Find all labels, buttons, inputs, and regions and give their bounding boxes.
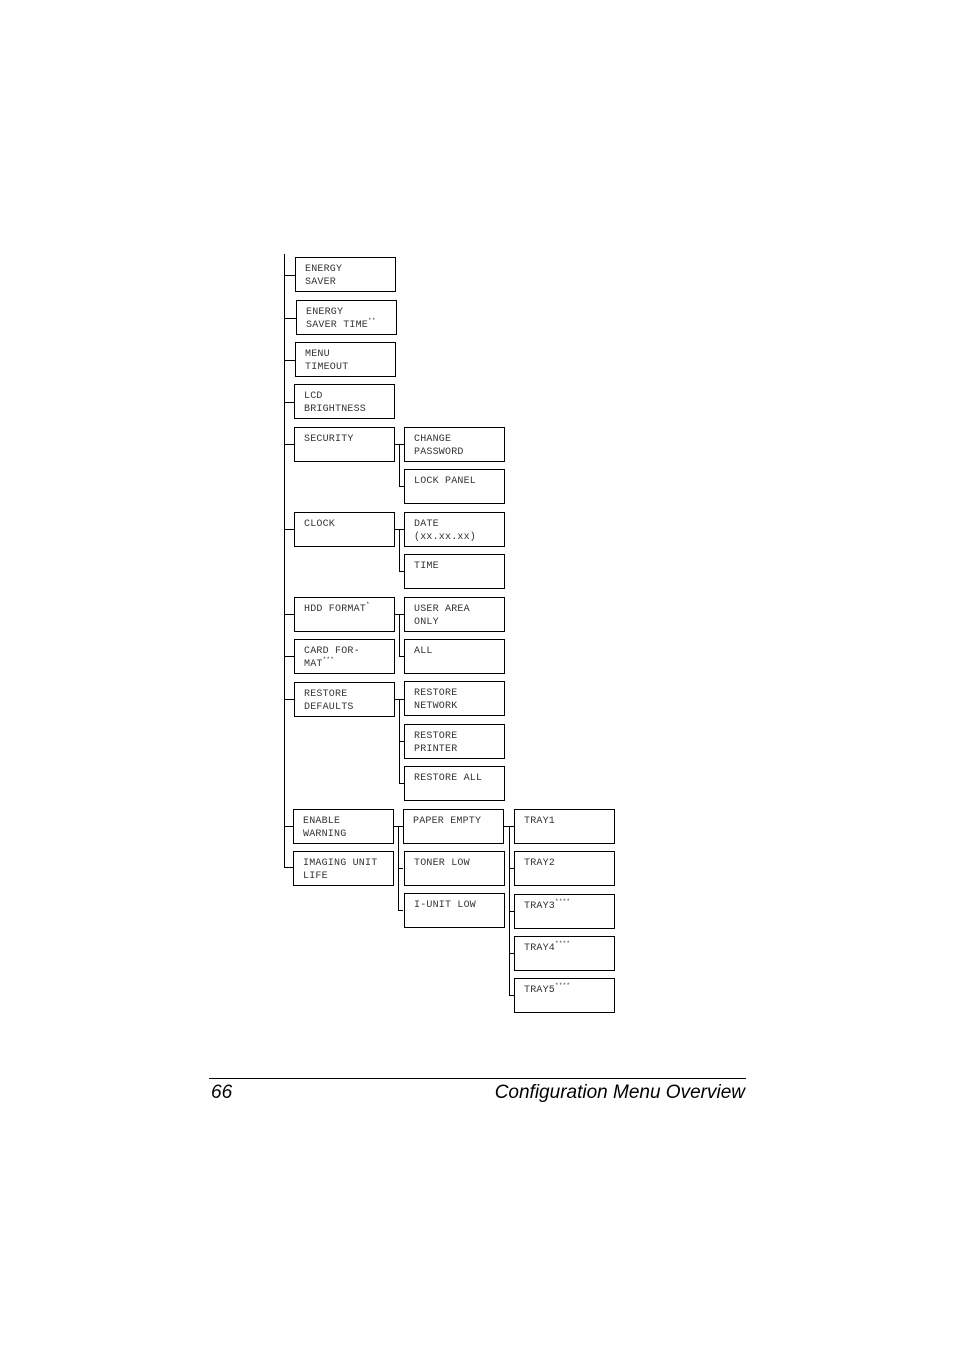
label: NETWORK <box>414 701 458 712</box>
label: BRIGHTNESS <box>304 404 367 415</box>
connector-line <box>399 614 400 657</box>
label: TRAY1 <box>524 816 556 827</box>
connector-tick <box>284 444 294 445</box>
menu-security: SECURITY <box>294 427 395 462</box>
label: MAT <box>304 659 323 670</box>
connector-tick <box>284 529 294 530</box>
connector-tick <box>284 826 293 827</box>
connector-line <box>399 444 400 487</box>
label: ENABLE <box>303 816 341 827</box>
label: TRAY3 <box>524 901 556 912</box>
label: RESTORE ALL <box>414 773 483 784</box>
label: RESTORE <box>304 689 348 700</box>
label: TONER LOW <box>414 858 470 869</box>
menu-tray1: TRAY1 <box>514 809 615 844</box>
connector-tick <box>284 614 294 615</box>
menu-toner-low: TONER LOW <box>404 851 505 886</box>
label: LIFE <box>303 871 328 882</box>
menu-paper-empty: PAPER EMPTY <box>403 809 504 844</box>
label: RESTORE <box>414 688 458 699</box>
label: TIME <box>414 561 439 572</box>
label: I-UNIT LOW <box>414 900 477 911</box>
footnote-marker: * <box>366 601 370 608</box>
label: WARNING <box>303 829 347 840</box>
connector-tick <box>284 360 295 361</box>
label: (xx.xx.xx) <box>414 532 477 543</box>
label: RESTORE <box>414 731 458 742</box>
label: CLOCK <box>304 519 336 530</box>
label: SECURITY <box>304 434 354 445</box>
label: HDD FORMAT <box>304 604 367 615</box>
connector-tick <box>284 699 294 700</box>
label: TRAY4 <box>524 943 556 954</box>
menu-tray3: TRAY3**** <box>514 894 615 929</box>
label: ENERGY <box>305 264 343 275</box>
main-trunk-line <box>284 254 285 868</box>
label: DEFAULTS <box>304 702 354 713</box>
label: PASSWORD <box>414 447 464 458</box>
page-number: 66 <box>211 1082 233 1103</box>
label: TRAY2 <box>524 858 556 869</box>
menu-card-format: CARD FOR- MAT*** <box>294 639 395 674</box>
label: USER AREA <box>414 604 470 615</box>
menu-enable-warning: ENABLE WARNING <box>293 809 394 844</box>
label: IMAGING UNIT <box>303 858 378 869</box>
label: PRINTER <box>414 744 458 755</box>
label: SAVER <box>305 277 337 288</box>
connector-line <box>399 529 400 572</box>
footnote-marker: **** <box>555 982 571 989</box>
footnote-marker: ** <box>368 317 376 324</box>
connector-tick <box>398 868 403 869</box>
footnote-marker: **** <box>555 898 571 905</box>
footnote-marker: *** <box>322 656 335 663</box>
footnote-marker: **** <box>555 940 571 947</box>
menu-menu-timeout: MENU TIMEOUT <box>295 342 396 377</box>
menu-lcd-brightness: LCD BRIGHTNESS <box>294 384 395 419</box>
menu-energy-saver: ENERGY SAVER <box>295 257 396 292</box>
footer-divider <box>209 1078 746 1079</box>
menu-tray2: TRAY2 <box>514 851 615 886</box>
menu-lock-panel: LOCK PANEL <box>404 469 505 504</box>
menu-change-password: CHANGE PASSWORD <box>404 427 505 462</box>
label: ALL <box>414 646 433 657</box>
connector-tick <box>284 656 294 657</box>
label: MENU <box>305 349 330 360</box>
connector-tick <box>284 318 296 319</box>
menu-hdd-format: HDD FORMAT* <box>294 597 395 632</box>
label: DATE <box>414 519 439 530</box>
menu-restore-all: RESTORE ALL <box>404 766 505 801</box>
section-title: Configuration Menu Overview <box>494 1082 745 1103</box>
menu-tray5: TRAY5**** <box>514 978 615 1013</box>
menu-restore-defaults: RESTORE DEFAULTS <box>294 682 395 717</box>
label: ONLY <box>414 617 439 628</box>
menu-i-unit-low: I-UNIT LOW <box>404 893 505 928</box>
label: CHANGE <box>414 434 452 445</box>
connector-tick <box>284 867 293 868</box>
menu-date: DATE (xx.xx.xx) <box>404 512 505 547</box>
menu-all: ALL <box>404 639 505 674</box>
menu-time: TIME <box>404 554 505 589</box>
label: PAPER EMPTY <box>413 816 482 827</box>
label: LOCK PANEL <box>414 476 477 487</box>
connector-tick <box>284 402 294 403</box>
connector-tick <box>398 910 403 911</box>
menu-tray4: TRAY4**** <box>514 936 615 971</box>
menu-clock: CLOCK <box>294 512 395 547</box>
label: TRAY5 <box>524 985 556 996</box>
menu-imaging-unit-life: IMAGING UNIT LIFE <box>293 851 394 886</box>
menu-energy-saver-time: ENERGY SAVER TIME** <box>296 300 397 335</box>
menu-restore-network: RESTORE NETWORK <box>404 681 505 716</box>
label: TIMEOUT <box>305 362 349 373</box>
label: SAVER TIME <box>306 320 369 331</box>
menu-restore-printer: RESTORE PRINTER <box>404 724 505 759</box>
label: ENERGY <box>306 307 344 318</box>
menu-user-area-only: USER AREA ONLY <box>404 597 505 632</box>
label: LCD <box>304 391 323 402</box>
connector-tick <box>284 275 295 276</box>
